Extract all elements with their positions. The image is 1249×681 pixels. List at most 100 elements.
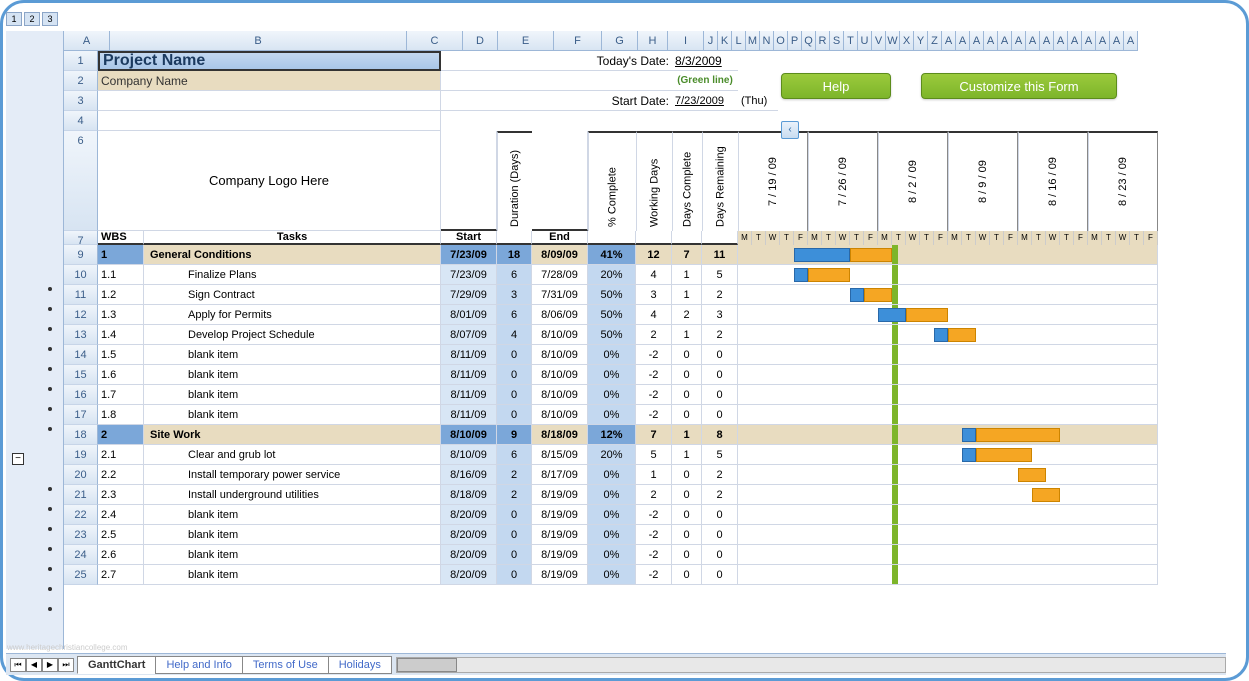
start-cell[interactable]: 8/10/09 xyxy=(441,445,497,465)
gantt-cell[interactable] xyxy=(738,525,1158,545)
col-header-A[interactable]: A xyxy=(1110,31,1124,51)
end-cell[interactable]: 8/10/09 xyxy=(532,385,588,405)
row-header-6[interactable]: 6 xyxy=(64,131,98,231)
task-name-cell[interactable]: blank item xyxy=(144,385,441,405)
dc-cell[interactable]: 0 xyxy=(672,405,702,425)
col-header-T[interactable]: T xyxy=(844,31,858,51)
row-header-13[interactable]: 13 xyxy=(64,325,98,345)
col-header-A[interactable]: A xyxy=(942,31,956,51)
end-cell[interactable]: 7/31/09 xyxy=(532,285,588,305)
row-header-18[interactable]: 18 xyxy=(64,425,98,445)
col-hdr-end[interactable]: End xyxy=(532,231,588,245)
dr-cell[interactable]: 0 xyxy=(702,365,738,385)
task-name-cell[interactable]: Install underground utilities xyxy=(144,485,441,505)
gantt-cell[interactable] xyxy=(738,325,1158,345)
wd-cell[interactable]: 5 xyxy=(636,445,672,465)
wd-cell[interactable]: 4 xyxy=(636,265,672,285)
end-cell[interactable]: 8/10/09 xyxy=(532,365,588,385)
dur-cell[interactable]: 18 xyxy=(497,245,532,265)
col-header-G[interactable]: G xyxy=(602,31,638,51)
spreadsheet-grid[interactable]: Project NameToday's Date:8/3/2009Company… xyxy=(98,51,1236,585)
wd-cell[interactable]: -2 xyxy=(636,345,672,365)
col-header-A[interactable]: A xyxy=(1082,31,1096,51)
row-header-20[interactable]: 20 xyxy=(64,465,98,485)
end-cell[interactable]: 8/18/09 xyxy=(532,425,588,445)
wbs-cell[interactable]: 2.2 xyxy=(98,465,144,485)
task-name-cell[interactable]: blank item xyxy=(144,565,441,585)
tab-first-button[interactable]: ⏮ xyxy=(10,658,26,672)
wbs-cell[interactable]: 1.8 xyxy=(98,405,144,425)
project-name-cell[interactable]: Project Name xyxy=(98,51,441,71)
end-cell[interactable]: 8/10/09 xyxy=(532,405,588,425)
pct-cell[interactable]: 0% xyxy=(588,405,636,425)
gantt-cell[interactable] xyxy=(738,245,1158,265)
col-header-A[interactable]: A xyxy=(1096,31,1110,51)
col-header-V[interactable]: V xyxy=(872,31,886,51)
end-cell[interactable]: 8/15/09 xyxy=(532,445,588,465)
outline-level-3[interactable]: 3 xyxy=(42,12,58,26)
wbs-cell[interactable]: 1.3 xyxy=(98,305,144,325)
pct-cell[interactable]: 41% xyxy=(588,245,636,265)
dur-cell[interactable]: 6 xyxy=(497,445,532,465)
col-hdr-start[interactable]: Start xyxy=(441,231,497,245)
start-cell[interactable]: 7/23/09 xyxy=(441,245,497,265)
task-name-cell[interactable]: Site Work xyxy=(144,425,441,445)
pct-cell[interactable]: 0% xyxy=(588,485,636,505)
dr-cell[interactable]: 0 xyxy=(702,505,738,525)
outline-level-1[interactable]: 1 xyxy=(6,12,22,26)
col-hdr-tasks[interactable]: Tasks xyxy=(144,231,441,245)
start-cell[interactable]: 8/20/09 xyxy=(441,545,497,565)
col-header-A[interactable]: A xyxy=(998,31,1012,51)
end-cell[interactable]: 8/09/09 xyxy=(532,245,588,265)
end-cell[interactable]: 8/19/09 xyxy=(532,485,588,505)
col-header-O[interactable]: O xyxy=(774,31,788,51)
wbs-cell[interactable]: 2.6 xyxy=(98,545,144,565)
wd-cell[interactable]: 2 xyxy=(636,485,672,505)
col-header-S[interactable]: S xyxy=(830,31,844,51)
dc-cell[interactable]: 0 xyxy=(672,345,702,365)
dur-cell[interactable]: 4 xyxy=(497,325,532,345)
start-cell[interactable]: 7/29/09 xyxy=(441,285,497,305)
col-header-X[interactable]: X xyxy=(900,31,914,51)
dc-cell[interactable]: 1 xyxy=(672,425,702,445)
col-header-A[interactable]: A xyxy=(1026,31,1040,51)
dur-cell[interactable]: 3 xyxy=(497,285,532,305)
col-header-W[interactable]: W xyxy=(886,31,900,51)
col-header-E[interactable]: E xyxy=(498,31,554,51)
start-cell[interactable]: 8/11/09 xyxy=(441,385,497,405)
wbs-cell[interactable]: 2 xyxy=(98,425,144,445)
dc-cell[interactable]: 0 xyxy=(672,565,702,585)
start-cell[interactable]: 8/20/09 xyxy=(441,525,497,545)
tab-help-info[interactable]: Help and Info xyxy=(155,656,242,674)
wd-cell[interactable]: -2 xyxy=(636,365,672,385)
row-header-7[interactable]: 7 xyxy=(64,231,98,245)
wd-cell[interactable]: -2 xyxy=(636,565,672,585)
task-name-cell[interactable]: Develop Project Schedule xyxy=(144,325,441,345)
wd-cell[interactable]: -2 xyxy=(636,505,672,525)
dc-cell[interactable]: 2 xyxy=(672,305,702,325)
dc-cell[interactable]: 0 xyxy=(672,465,702,485)
dur-cell[interactable]: 6 xyxy=(497,265,532,285)
task-name-cell[interactable]: Install temporary power service xyxy=(144,465,441,485)
end-cell[interactable]: 8/10/09 xyxy=(532,325,588,345)
task-name-cell[interactable]: Sign Contract xyxy=(144,285,441,305)
gantt-cell[interactable] xyxy=(738,485,1158,505)
dr-cell[interactable]: 2 xyxy=(702,325,738,345)
dc-cell[interactable]: 0 xyxy=(672,545,702,565)
start-date-label[interactable]: Start Date: xyxy=(588,91,672,111)
wd-cell[interactable]: 4 xyxy=(636,305,672,325)
pct-cell[interactable]: 20% xyxy=(588,265,636,285)
dr-cell[interactable]: 0 xyxy=(702,385,738,405)
dc-cell[interactable]: 0 xyxy=(672,525,702,545)
dc-cell[interactable]: 0 xyxy=(672,385,702,405)
pct-cell[interactable]: 0% xyxy=(588,365,636,385)
start-cell[interactable]: 8/11/09 xyxy=(441,405,497,425)
wbs-cell[interactable]: 2.4 xyxy=(98,505,144,525)
dc-cell[interactable]: 0 xyxy=(672,485,702,505)
col-header-I[interactable]: I xyxy=(668,31,704,51)
end-cell[interactable]: 8/19/09 xyxy=(532,505,588,525)
gantt-cell[interactable] xyxy=(738,405,1158,425)
row-header-25[interactable]: 25 xyxy=(64,565,98,585)
today-date-label[interactable]: Today's Date: xyxy=(588,51,672,71)
col-header-A[interactable]: A xyxy=(1124,31,1138,51)
